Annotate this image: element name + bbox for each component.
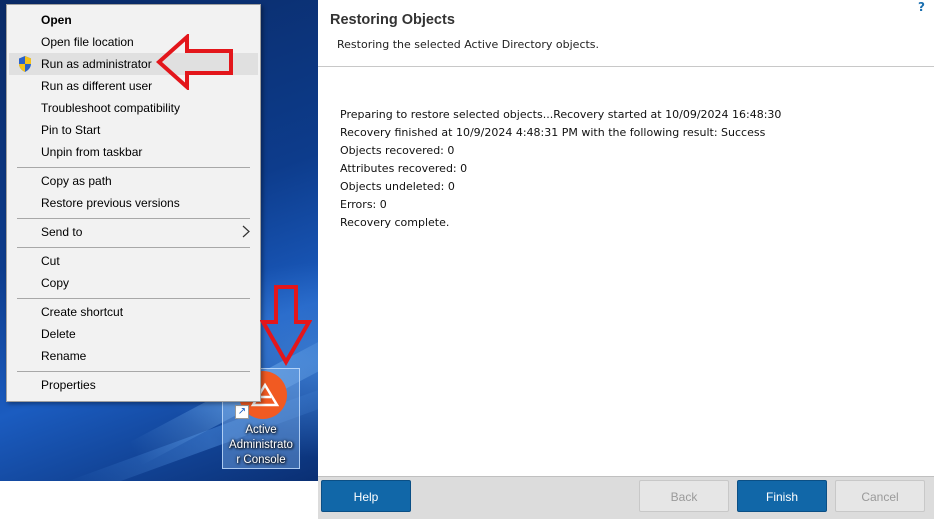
finish-button[interactable]: Finish xyxy=(737,480,827,512)
menu-item-copy-as-path[interactable]: Copy as path xyxy=(9,170,258,192)
menu-item-restore-previous-versions[interactable]: Restore previous versions xyxy=(9,192,258,214)
menu-separator xyxy=(17,371,250,372)
wizard-button-bar: Help Back Finish Cancel xyxy=(318,476,934,519)
menu-item-properties[interactable]: Properties xyxy=(9,374,258,396)
help-question-icon[interactable]: ? xyxy=(918,0,925,14)
page-subtitle: Restoring the selected Active Directory … xyxy=(337,38,600,51)
header-divider xyxy=(318,66,934,67)
menu-separator xyxy=(17,247,250,248)
menu-item-rename[interactable]: Rename xyxy=(9,345,258,367)
menu-item-open[interactable]: Open xyxy=(9,9,258,31)
menu-item-create-shortcut[interactable]: Create shortcut xyxy=(9,301,258,323)
log-line: Attributes recovered: 0 xyxy=(340,162,468,175)
desktop-background: ↗ Active Administrato r Console Open Ope… xyxy=(0,0,318,481)
uac-shield-icon xyxy=(19,56,31,72)
log-line: Errors: 0 xyxy=(340,198,387,211)
red-arrow-down-icon xyxy=(260,285,312,366)
menu-separator xyxy=(17,298,250,299)
page-title: Restoring Objects xyxy=(330,12,455,28)
help-button[interactable]: Help xyxy=(321,480,411,512)
cancel-button[interactable]: Cancel xyxy=(835,480,925,512)
log-line: Recovery finished at 10/9/2024 4:48:31 P… xyxy=(340,126,766,139)
log-line: Preparing to restore selected objects...… xyxy=(340,108,782,121)
menu-item-copy[interactable]: Copy xyxy=(9,272,258,294)
back-button[interactable]: Back xyxy=(639,480,729,512)
red-arrow-left-icon xyxy=(155,34,233,90)
shortcut-arrow-icon: ↗ xyxy=(235,405,249,419)
menu-item-delete[interactable]: Delete xyxy=(9,323,258,345)
menu-separator xyxy=(17,167,250,168)
log-line: Objects undeleted: 0 xyxy=(340,180,455,193)
desktop-icon-caption: Active Administrato r Console xyxy=(229,424,293,466)
menu-item-unpin-from-taskbar[interactable]: Unpin from taskbar xyxy=(9,141,258,163)
log-line: Objects recovered: 0 xyxy=(340,144,455,157)
chevron-right-icon xyxy=(242,225,250,238)
menu-item-send-to[interactable]: Send to xyxy=(9,221,258,243)
restore-wizard-dialog: Restoring Objects Restoring the selected… xyxy=(318,0,934,519)
log-line: Recovery complete. xyxy=(340,216,450,229)
menu-item-pin-to-start[interactable]: Pin to Start xyxy=(9,119,258,141)
menu-item-cut[interactable]: Cut xyxy=(9,250,258,272)
menu-separator xyxy=(17,218,250,219)
menu-item-troubleshoot-compatibility[interactable]: Troubleshoot compatibility xyxy=(9,97,258,119)
recovery-log: Preparing to restore selected objects...… xyxy=(340,106,781,232)
